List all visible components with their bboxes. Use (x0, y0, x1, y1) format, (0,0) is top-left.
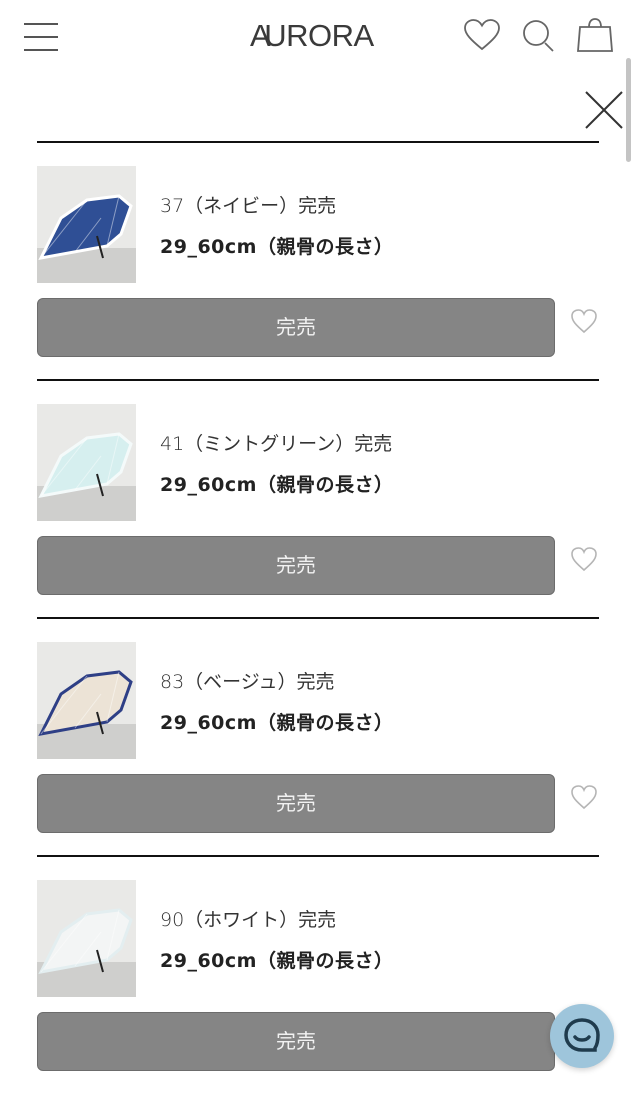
variant-item: 37（ネイビー）完売 29_60cm（親骨の長さ） 完売 (0, 141, 637, 379)
brand-logo[interactable]: AURORA (250, 14, 374, 58)
variant-size: 29_60cm（親骨の長さ） (160, 950, 394, 972)
product-thumbnail[interactable] (37, 404, 136, 521)
chat-button[interactable] (550, 1004, 614, 1068)
heart-icon[interactable] (463, 18, 501, 52)
product-thumbnail[interactable] (37, 880, 136, 997)
variant-size: 29_60cm（親骨の長さ） (160, 712, 394, 734)
chat-bubble-icon (564, 1018, 600, 1052)
shopping-bag-icon[interactable] (576, 17, 614, 53)
variant-size: 29_60cm（親骨の長さ） (160, 236, 394, 258)
sold-out-button[interactable]: 完売 (37, 1012, 555, 1071)
variant-name: 37（ネイビー）完売 (160, 195, 337, 217)
hamburger-menu-icon[interactable] (22, 20, 60, 54)
sold-out-button[interactable]: 完売 (37, 774, 555, 833)
variant-size: 29_60cm（親骨の長さ） (160, 474, 394, 496)
product-thumbnail[interactable] (37, 166, 136, 283)
favorite-heart-icon[interactable] (570, 545, 598, 573)
site-header: AURORA (0, 0, 637, 76)
umbrella-image (37, 404, 136, 521)
sold-out-button[interactable]: 完売 (37, 298, 555, 357)
sold-out-button[interactable]: 完売 (37, 536, 555, 595)
umbrella-image (37, 166, 136, 283)
close-icon[interactable] (582, 88, 626, 132)
umbrella-image (37, 880, 136, 997)
favorite-heart-icon[interactable] (570, 307, 598, 335)
brand-logo-text: URORA (264, 18, 374, 53)
variant-name: 41（ミントグリーン）完売 (160, 433, 393, 455)
variant-item: 83（ベージュ）完売 29_60cm（親骨の長さ） 完売 (0, 617, 637, 855)
variant-item: 41（ミントグリーン）完売 29_60cm（親骨の長さ） 完売 (0, 379, 637, 617)
variant-item: 90（ホワイト）完売 29_60cm（親骨の長さ） 完売 (0, 855, 637, 1093)
variant-name: 90（ホワイト）完売 (160, 909, 337, 931)
favorite-heart-icon[interactable] (570, 783, 598, 811)
product-thumbnail[interactable] (37, 642, 136, 759)
umbrella-image (37, 642, 136, 759)
variant-name: 83（ベージュ）完売 (160, 671, 335, 693)
search-icon[interactable] (521, 18, 555, 54)
